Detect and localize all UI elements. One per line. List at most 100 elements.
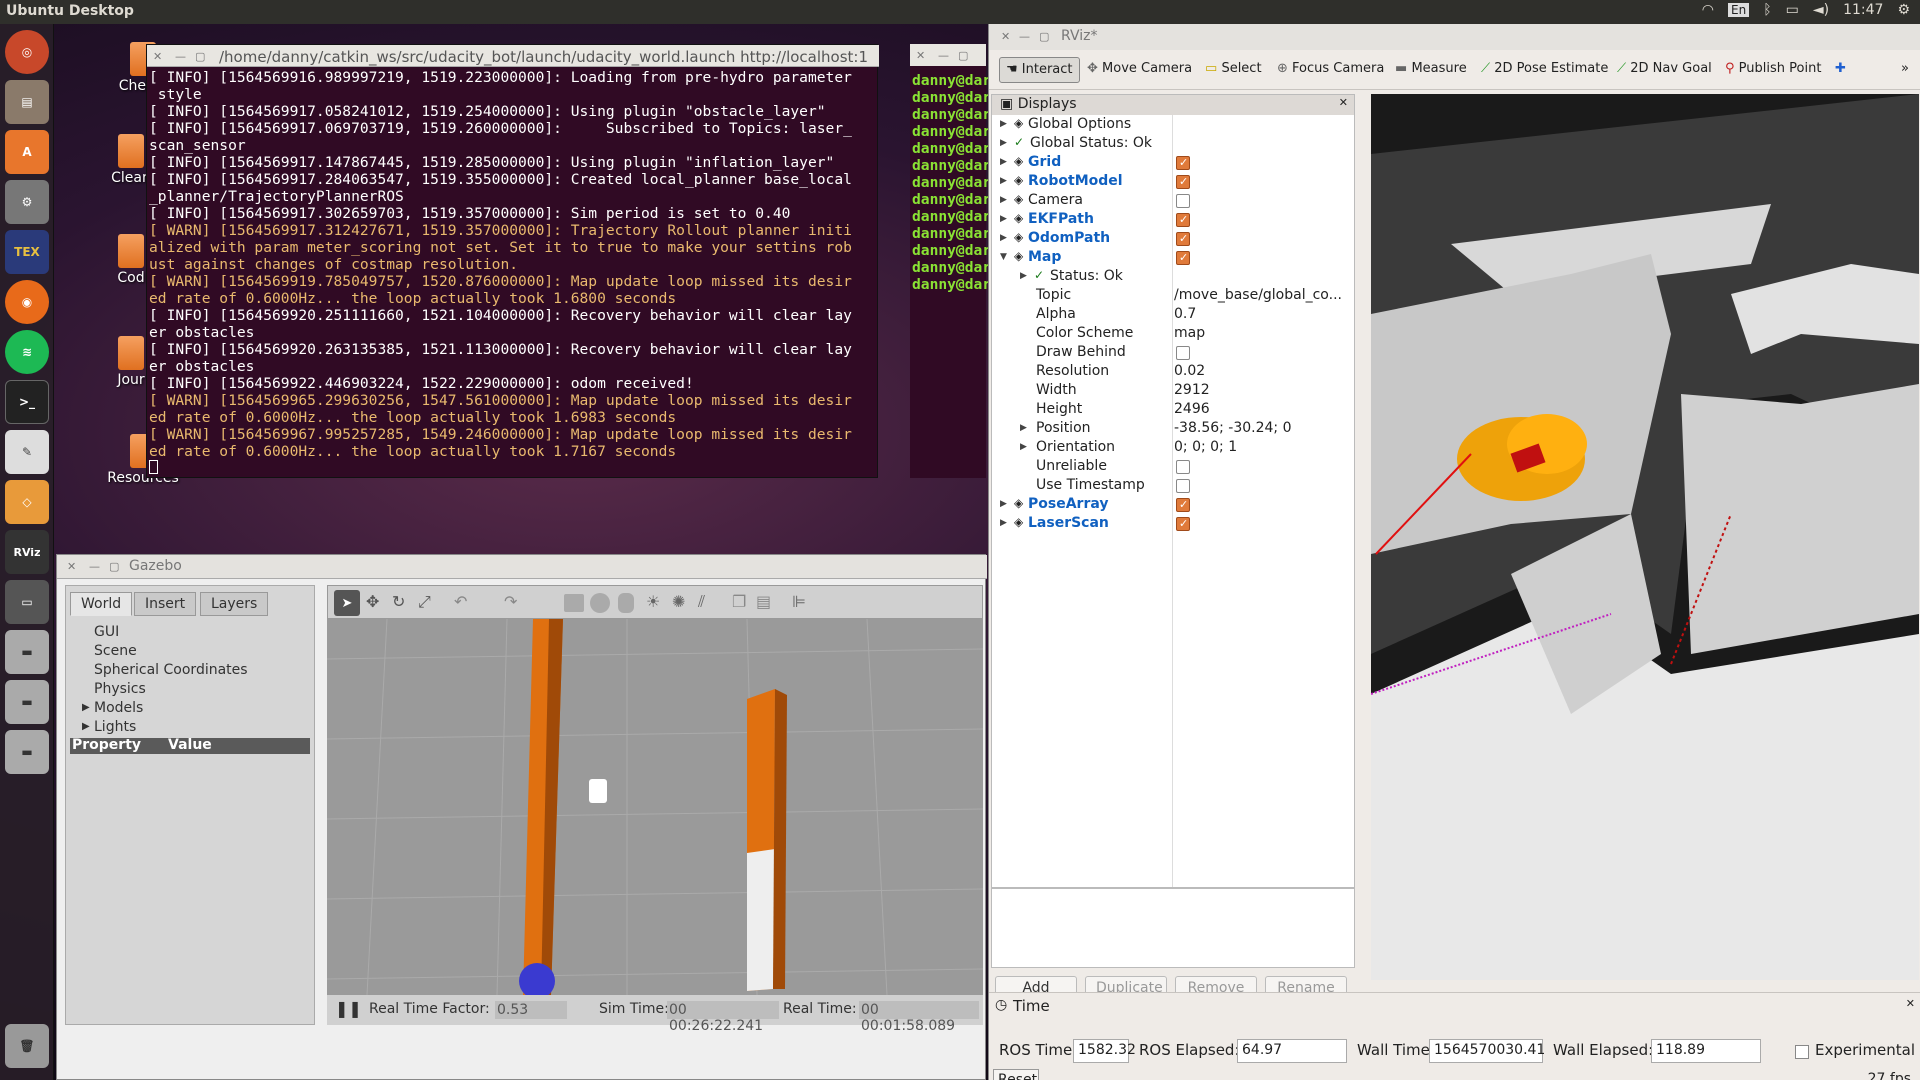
display-checkbox[interactable] (1176, 479, 1190, 493)
gazebo-titlebar[interactable]: ✕ — ▢ Gazebo (57, 555, 987, 579)
display-row-value[interactable]: 0; 0; 0; 1 (1174, 439, 1237, 455)
expand-arrow-icon[interactable]: ▶ (1000, 157, 1007, 167)
expand-arrow-icon[interactable]: ▼ (1000, 252, 1007, 262)
text-editor-icon[interactable]: ✎ (5, 430, 49, 474)
maximize-icon[interactable]: ▢ (195, 50, 205, 63)
display-row[interactable]: ▶ ◈ OdomPath (992, 229, 1354, 248)
display-row[interactable]: ▶ Position -38.56; -30.24; 0 (992, 419, 1354, 438)
terminal-output[interactable]: [ INFO] [1564569916.989997219, 1519.2230… (149, 69, 877, 474)
display-row[interactable]: Use Timestamp (992, 476, 1354, 495)
display-checkbox[interactable] (1176, 517, 1190, 531)
terminal2-output[interactable]: danny@dar danny@dar danny@dar danny@dar dann… (912, 72, 991, 293)
package-icon[interactable]: ◇ (5, 480, 49, 524)
terminal-window-2[interactable]: ✕ — ▢ danny@dar danny@dar danny@dar danny@d… (910, 44, 991, 478)
expand-arrow-icon[interactable]: ▶ (1000, 214, 1007, 224)
display-row[interactable]: Alpha 0.7 (992, 305, 1354, 324)
tab-insert[interactable]: Insert (134, 592, 197, 616)
rviz-titlebar[interactable]: ✕ — ▢ RViz* (989, 24, 1920, 50)
display-checkbox[interactable] (1176, 251, 1190, 265)
tab-world[interactable]: World (70, 592, 133, 616)
maximize-icon[interactable]: ▢ (1039, 30, 1049, 43)
minimize-icon[interactable]: — (89, 560, 100, 573)
expand-arrow-icon[interactable]: ▶ (1020, 271, 1027, 281)
tree-item-models[interactable]: ▶ Models (82, 700, 143, 716)
interact-tool[interactable]: ☚ Interact (999, 57, 1080, 83)
copy-icon[interactable]: ❐ (732, 592, 746, 611)
gazebo-3d-view[interactable] (327, 619, 983, 995)
display-row-value[interactable]: -38.56; -30.24; 0 (1174, 420, 1292, 436)
display-row[interactable]: ▶ ✓ Global Status: Ok (992, 134, 1354, 153)
terminal-icon[interactable]: >_ (5, 380, 49, 424)
expand-arrow-icon[interactable]: ▶ (1000, 195, 1007, 205)
ubuntu-logo-icon[interactable]: ◎ (5, 30, 49, 74)
move-camera-tool[interactable]: ✥ Move Camera (1081, 57, 1198, 83)
display-row[interactable]: ▶ ◈ EKFPath (992, 210, 1354, 229)
display-checkbox[interactable] (1176, 175, 1190, 189)
maximize-icon[interactable]: ▢ (109, 560, 119, 573)
select-tool[interactable]: ▭ Select (1199, 57, 1268, 83)
add-tool-icon[interactable]: ✚ (1829, 57, 1852, 83)
display-row-value[interactable]: 2912 (1174, 382, 1210, 398)
display-row-value[interactable]: 2496 (1174, 401, 1210, 417)
paste-icon[interactable]: ▤ (756, 592, 771, 611)
display-row[interactable]: ▶ ◈ Global Options (992, 115, 1354, 134)
minimize-icon[interactable]: — (1019, 30, 1030, 43)
gear-icon[interactable]: ⚙ (1897, 2, 1910, 18)
display-checkbox[interactable] (1176, 156, 1190, 170)
tree-item-lights[interactable]: ▶ Lights (82, 719, 136, 735)
volume-icon[interactable]: ◄) (1813, 2, 1829, 18)
tree-item-gui[interactable]: GUI (94, 624, 119, 640)
expand-arrow-icon[interactable]: ▶ (1000, 176, 1007, 186)
display-checkbox[interactable] (1176, 232, 1190, 246)
display-checkbox[interactable] (1176, 498, 1190, 512)
close-icon[interactable]: ✕ (67, 560, 76, 573)
scale-icon[interactable]: ⤢ (418, 592, 431, 612)
nav-goal-tool[interactable]: ⟋ 2D Nav Goal (1611, 57, 1718, 83)
expand-arrow-icon[interactable]: ▶ (1000, 499, 1007, 509)
software-center-icon[interactable]: A (5, 130, 49, 174)
terminal-window[interactable]: ✕ — ▢ /home/danny/catkin_ws/src/udacity_… (146, 44, 879, 478)
spotify-icon[interactable]: ≋ (5, 330, 49, 374)
maximize-icon[interactable]: ▢ (958, 49, 968, 62)
trash-icon[interactable]: 🗑 (5, 1024, 49, 1068)
expand-arrow-icon[interactable]: ▶ (1000, 518, 1007, 528)
display-row[interactable]: Unreliable (992, 457, 1354, 476)
spot-light-icon[interactable]: ✺ (672, 592, 685, 611)
gazebo-window[interactable]: ✕ — ▢ Gazebo World Insert Layers GUI Sce… (56, 554, 987, 1080)
files-icon[interactable]: ▤ (5, 80, 49, 124)
select-arrow-icon[interactable]: ➤ (334, 590, 360, 616)
display-checkbox[interactable] (1176, 194, 1190, 208)
drive-icon-3[interactable]: ▬ (5, 730, 49, 774)
minimize-icon[interactable]: — (175, 50, 186, 63)
expand-arrow-icon[interactable]: ▶ (82, 702, 90, 713)
keyboard-lang[interactable]: En (1728, 3, 1750, 17)
tree-item-scene[interactable]: Scene (94, 643, 137, 659)
bluetooth-icon[interactable]: ᛒ (1763, 2, 1771, 18)
clock[interactable]: 11:47 (1843, 2, 1883, 18)
sphere-icon[interactable] (590, 593, 610, 613)
settings-icon[interactable]: ⚙ (5, 180, 49, 224)
reset-button[interactable]: Reset (993, 1069, 1039, 1080)
display-row-value[interactable]: /move_base/global_co... (1174, 287, 1342, 303)
display-row[interactable]: Topic/move_base/global_co... (992, 286, 1354, 305)
rviz-window[interactable]: ✕ — ▢ RViz* ☚ Interact ✥ Move Camera ▭ S… (988, 24, 1920, 1080)
cylinder-icon[interactable] (618, 593, 634, 613)
display-row[interactable]: ▶ Orientation 0; 0; 0; 1 (992, 438, 1354, 457)
chevron-right-icon[interactable]: » (1895, 57, 1915, 83)
undo-icon[interactable]: ↶ (454, 592, 467, 611)
display-row[interactable]: ▶ ◈ Grid (992, 153, 1354, 172)
wifi-icon[interactable]: ◠ (1702, 2, 1714, 18)
window-icon[interactable]: ▭ (5, 580, 49, 624)
experimental-checkbox[interactable] (1795, 1045, 1809, 1059)
rviz-3d-view[interactable] (1371, 94, 1919, 980)
display-row[interactable]: ▶ ◈ PoseArray (992, 495, 1354, 514)
expand-arrow-icon[interactable]: ▶ (82, 721, 90, 732)
texstudio-icon[interactable]: TEX (5, 230, 49, 274)
translate-icon[interactable]: ✥ (366, 592, 379, 611)
display-checkbox[interactable] (1176, 460, 1190, 474)
publish-point-tool[interactable]: ⚲ Publish Point (1719, 57, 1827, 83)
close-icon[interactable]: ✕ (1001, 30, 1010, 43)
expand-arrow-icon[interactable]: ▶ (1020, 442, 1027, 452)
rotate-icon[interactable]: ↻ (392, 592, 405, 611)
display-row[interactable]: Draw Behind (992, 343, 1354, 362)
